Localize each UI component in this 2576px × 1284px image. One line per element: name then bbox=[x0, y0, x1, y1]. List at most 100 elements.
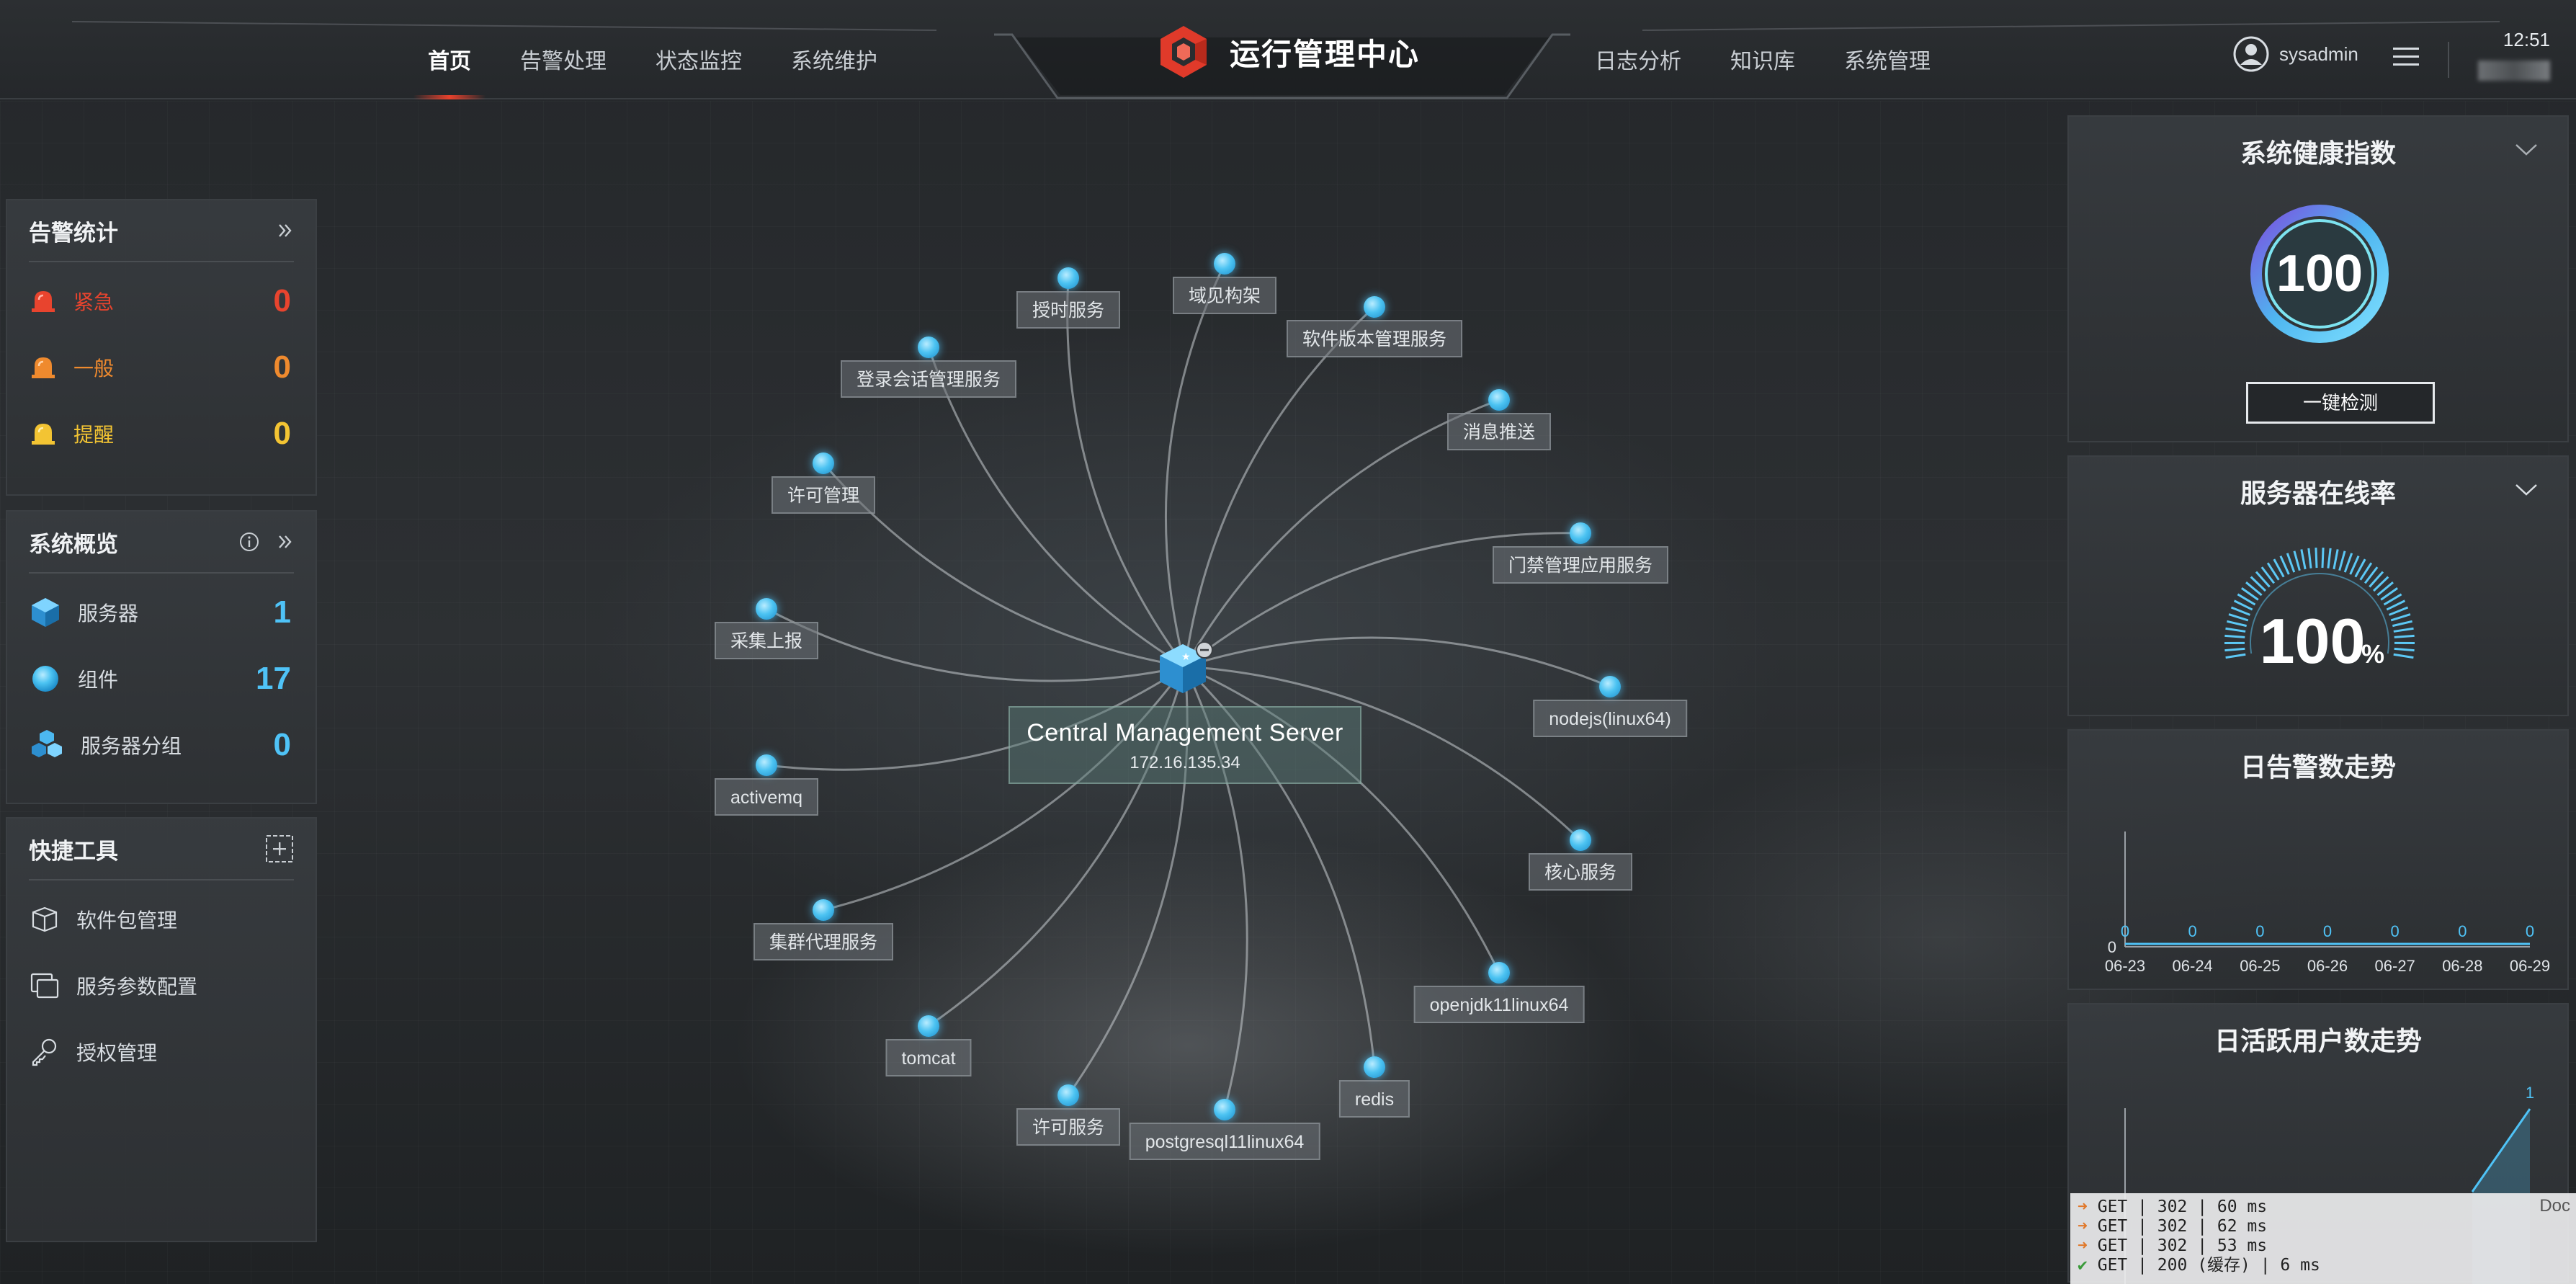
topology-node-dot[interactable] bbox=[756, 754, 777, 776]
x-tick-label: 06-27 bbox=[2375, 957, 2415, 975]
chevron-down-icon[interactable] bbox=[2514, 483, 2539, 497]
gauge-tick bbox=[2225, 653, 2246, 659]
debug-line: ➜ GET | 302 | 60 ms bbox=[2078, 1198, 2268, 1216]
active-last-label: 1 bbox=[2526, 1084, 2534, 1102]
online-rate-panel: 服务器在线率 100 % bbox=[2067, 455, 2569, 716]
topology-node-dot[interactable] bbox=[813, 899, 834, 921]
topology-node-label[interactable]: postgresql11linux64 bbox=[1129, 1123, 1320, 1160]
x-tick-label: 06-24 bbox=[2173, 957, 2213, 975]
topology-node-label[interactable]: redis bbox=[1338, 1080, 1410, 1118]
topology-node-dot[interactable] bbox=[756, 598, 777, 620]
gauge-tick bbox=[2321, 548, 2325, 569]
gauge-tick bbox=[2224, 634, 2245, 638]
chevron-down-icon[interactable] bbox=[2514, 143, 2539, 157]
topology-node-dot[interactable] bbox=[1599, 676, 1621, 697]
gauge-tick bbox=[2293, 550, 2301, 571]
topology-edge bbox=[766, 607, 1186, 682]
gauge-tick bbox=[2333, 549, 2339, 570]
topology-node-dot[interactable] bbox=[1057, 1084, 1079, 1106]
data-label: 0 bbox=[2458, 922, 2467, 940]
topology-node-label[interactable]: 采集上报 bbox=[714, 622, 819, 659]
topology-node-label[interactable]: nodejs(linux64) bbox=[1533, 700, 1687, 737]
topology-node-label[interactable]: tomcat bbox=[885, 1039, 972, 1076]
topology-node-dot[interactable] bbox=[1364, 1056, 1385, 1078]
gauge-tick bbox=[2343, 553, 2353, 573]
data-label: 0 bbox=[2255, 922, 2264, 940]
gauge-tick bbox=[2230, 606, 2250, 616]
topology-node-label[interactable]: 许可服务 bbox=[1016, 1108, 1121, 1146]
health-ring-gauge: 100 bbox=[2250, 205, 2389, 343]
center-server-card[interactable]: Central Management Server 172.16.135.34 bbox=[1009, 706, 1361, 784]
topology-node-dot[interactable] bbox=[1364, 296, 1385, 318]
x-tick-label: 06-26 bbox=[2307, 957, 2348, 975]
debug-line: ✔ GET | 200 (缓存) | 6 ms bbox=[2078, 1256, 2320, 1275]
daily-alarm-panel: 日告警数走势 0 0 06-23 0 06-24 0 06-25 0 06-26 0 06-27 0 0… bbox=[2067, 729, 2569, 990]
gauge-tick bbox=[2390, 613, 2411, 622]
health-title: 系统健康指数 bbox=[2240, 138, 2396, 168]
topology-node-dot[interactable] bbox=[1488, 389, 1510, 411]
topology-edge bbox=[822, 463, 1186, 668]
gauge-tick bbox=[2394, 647, 2415, 652]
topology-node-label[interactable]: activemq bbox=[714, 778, 819, 816]
gauge-tick bbox=[2225, 627, 2246, 633]
topology-node-label[interactable]: 软件版本管理服务 bbox=[1286, 320, 1463, 357]
topology-node-label[interactable]: 消息推送 bbox=[1446, 413, 1552, 450]
gauge-tick bbox=[2228, 613, 2249, 622]
topology-node-label[interactable]: 门禁管理应用服务 bbox=[1492, 546, 1669, 584]
gauge-tick bbox=[2394, 634, 2415, 638]
topology-node-dot[interactable] bbox=[1214, 1099, 1235, 1120]
data-label: 0 bbox=[2323, 922, 2332, 940]
topology-node-label[interactable]: 授时服务 bbox=[1016, 291, 1121, 329]
topology-node-dot[interactable] bbox=[1570, 522, 1591, 544]
topology-node-label[interactable]: 集群代理服务 bbox=[753, 923, 894, 960]
gauge-tick bbox=[2338, 550, 2346, 571]
data-label: 0 bbox=[2391, 922, 2400, 940]
gauge-tick bbox=[2392, 620, 2412, 628]
gauge-tick bbox=[2300, 549, 2307, 570]
y-tick-label: 0 bbox=[2108, 938, 2116, 956]
data-label: 0 bbox=[2188, 922, 2197, 940]
data-label: 0 bbox=[2526, 922, 2534, 940]
gauge-tick bbox=[2315, 548, 2318, 569]
online-rate-title: 服务器在线率 bbox=[2240, 478, 2396, 508]
topology-edge bbox=[1164, 263, 1226, 667]
daily-alarm-chart: 0006-23006-24006-25006-26006-27006-28006… bbox=[2105, 832, 2550, 975]
gauge-tick bbox=[2307, 548, 2312, 569]
topology-node-label[interactable]: openjdk11linux64 bbox=[1413, 986, 1585, 1023]
data-label: 0 bbox=[2121, 922, 2129, 940]
one-click-check-button[interactable]: 一键检测 bbox=[2246, 382, 2435, 424]
topology-node-dot[interactable] bbox=[1570, 829, 1591, 851]
topology-node-label[interactable]: 许可管理 bbox=[771, 476, 876, 514]
gauge-tick bbox=[2327, 548, 2332, 569]
gauge-tick bbox=[2227, 620, 2248, 628]
x-tick-label: 06-28 bbox=[2442, 957, 2482, 975]
topology-node-dot[interactable] bbox=[918, 1015, 939, 1037]
topology-node-label[interactable]: 登录会话管理服务 bbox=[840, 360, 1017, 398]
online-rate-unit: % bbox=[2361, 639, 2384, 669]
debug-line: ➜ GET | 302 | 53 ms bbox=[2078, 1236, 2268, 1255]
topology-node-dot[interactable] bbox=[918, 336, 939, 358]
topology-node-label[interactable]: 域见构架 bbox=[1172, 277, 1277, 314]
online-rate-value: 100 bbox=[2260, 605, 2366, 677]
x-tick-label: 06-29 bbox=[2510, 957, 2550, 975]
topology-node-label[interactable]: 核心服务 bbox=[1528, 853, 1633, 891]
topology-edge bbox=[823, 666, 1186, 911]
x-tick-label: 06-25 bbox=[2240, 957, 2280, 975]
center-server-name: Central Management Server bbox=[1027, 719, 1343, 746]
topology-node-dot[interactable] bbox=[1488, 962, 1510, 984]
debug-line: ➜ GET | 302 | 62 ms bbox=[2078, 1217, 2268, 1236]
topology-edge bbox=[1184, 636, 1611, 688]
topology-node-dot[interactable] bbox=[1057, 267, 1079, 289]
center-server-ip: 172.16.135.34 bbox=[1130, 753, 1240, 772]
gauge-tick bbox=[2393, 653, 2414, 659]
gauge-tick bbox=[2393, 627, 2414, 633]
topology-node-dot[interactable] bbox=[813, 452, 834, 474]
gauge-tick bbox=[2224, 647, 2245, 652]
online-rate-gauge: 100 % bbox=[2224, 548, 2415, 677]
center-server-cube-icon[interactable]: ★ bbox=[1154, 638, 1219, 703]
health-panel: 系统健康指数 100 一键检测 bbox=[2067, 115, 2569, 442]
gauge-tick bbox=[2286, 553, 2296, 573]
request-debug-overlay: Doc ➜ GET | 302 | 60 ms ➜ GET | 302 | 62… bbox=[2070, 1193, 2576, 1284]
svg-text:★: ★ bbox=[1181, 651, 1191, 663]
topology-node-dot[interactable] bbox=[1214, 253, 1235, 275]
